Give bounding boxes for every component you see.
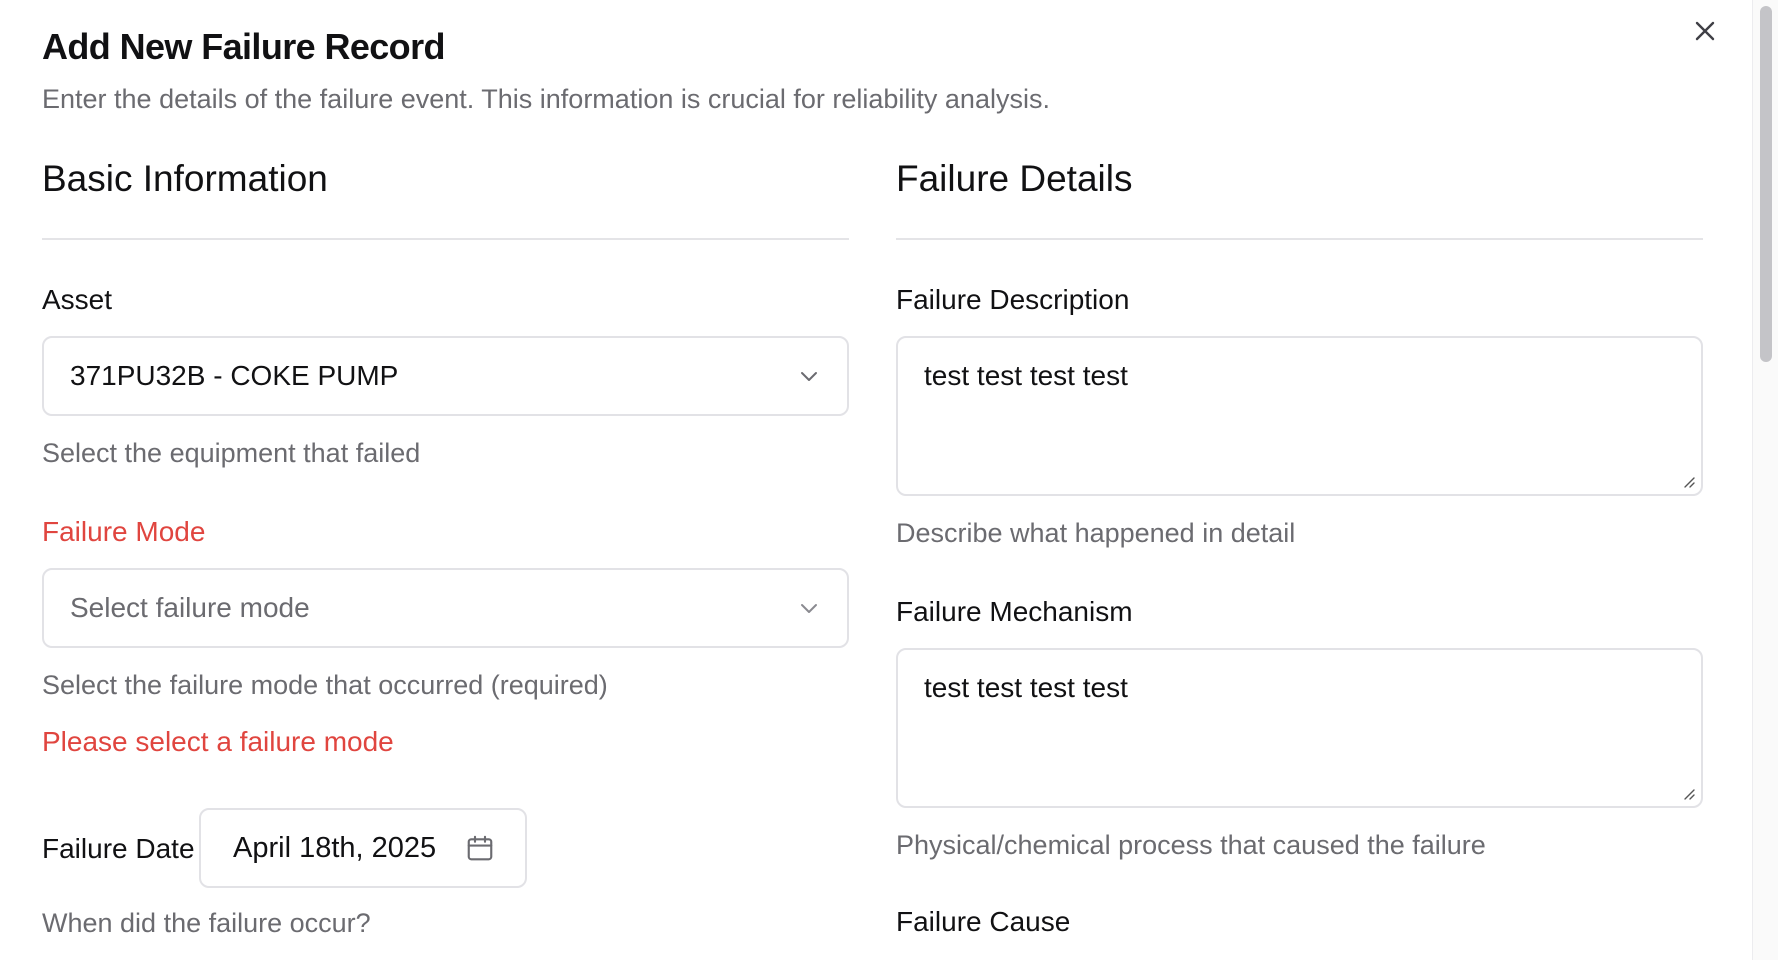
failure-mode-error: Please select a failure mode [42, 726, 394, 757]
failure-mode-placeholder: Select failure mode [70, 592, 310, 623]
dialog-title: Add New Failure Record [42, 26, 445, 67]
chevron-down-icon [801, 372, 817, 381]
failure-date-value: April 18th, 2025 [233, 831, 437, 864]
failure-mechanism-value: test test test test [924, 672, 1128, 703]
failure-description-hint: Describe what happened in detail [896, 518, 1296, 548]
close-button[interactable] [1688, 14, 1722, 48]
chevron-down-icon [801, 604, 817, 613]
asset-label: Asset [42, 284, 113, 315]
failure-mode-select[interactable]: Select failure mode [42, 568, 849, 648]
failure-mechanism-hint: Physical/chemical process that caused th… [896, 830, 1486, 860]
resize-grip-icon[interactable] [1681, 474, 1695, 488]
failure-mode-hint: Select the failure mode that occurred (r… [42, 670, 608, 700]
failure-date-picker[interactable]: April 18th, 2025 [199, 808, 527, 888]
asset-select[interactable]: 371PU32B - COKE PUMP [42, 336, 849, 416]
failure-date-label: Failure Date [42, 833, 195, 864]
asset-hint: Select the equipment that failed [42, 438, 421, 468]
section-title-basic-information: Basic Information [42, 158, 328, 199]
scrollbar-thumb[interactable] [1760, 6, 1772, 362]
section-title-failure-details: Failure Details [896, 158, 1133, 199]
failure-description-textarea[interactable]: test test test test [896, 336, 1703, 496]
close-icon [1695, 21, 1715, 41]
failure-mechanism-textarea[interactable]: test test test test [896, 648, 1703, 808]
section-divider [42, 238, 849, 240]
add-failure-record-dialog: Add New Failure Record Enter the details… [0, 0, 1750, 960]
dialog-subtitle: Enter the details of the failure event. … [42, 84, 1050, 114]
failure-cause-label: Failure Cause [896, 906, 1071, 937]
failure-mechanism-label: Failure Mechanism [896, 596, 1133, 627]
failure-date-hint: When did the failure occur? [42, 908, 371, 938]
section-divider [896, 238, 1703, 240]
calendar-icon [467, 835, 493, 861]
failure-mode-label: Failure Mode [42, 516, 206, 547]
dialog-scrollbar[interactable] [1752, 0, 1778, 960]
asset-select-value: 371PU32B - COKE PUMP [70, 360, 399, 391]
resize-grip-icon[interactable] [1681, 786, 1695, 800]
failure-description-label: Failure Description [896, 284, 1130, 315]
failure-description-value: test test test test [924, 360, 1128, 391]
